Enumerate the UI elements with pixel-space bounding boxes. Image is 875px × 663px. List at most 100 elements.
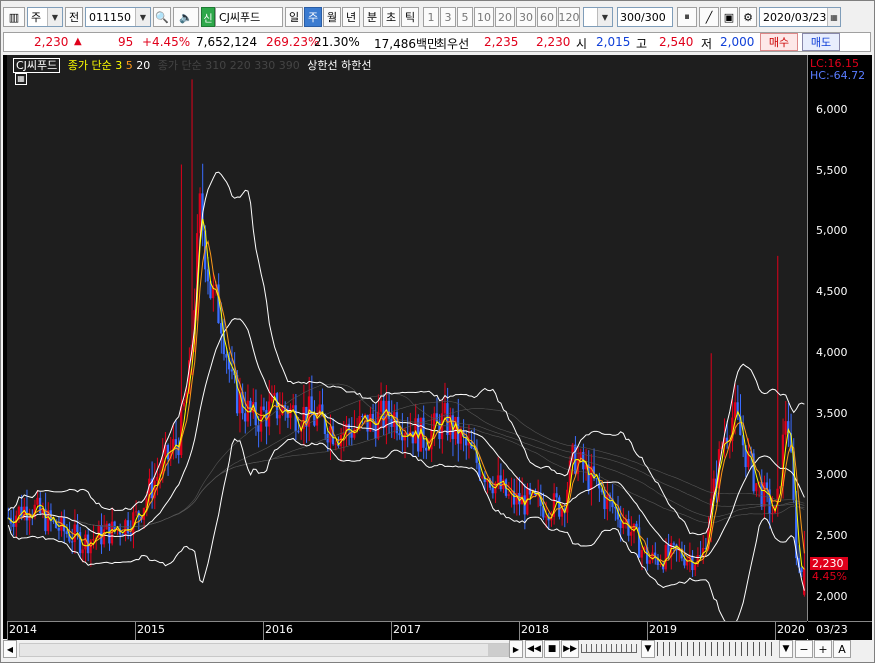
candle-body [672, 543, 675, 545]
scroll-track[interactable] [19, 643, 509, 657]
x-tick-label: 2018 [521, 623, 549, 636]
forward-icon[interactable]: ▶▶ [561, 640, 579, 658]
x-tick-label: 2014 [9, 623, 37, 636]
candle-body [496, 475, 500, 483]
legend-stock-name[interactable]: CJ씨푸드 [13, 58, 61, 73]
y-tick-label: 3,500 [816, 407, 848, 421]
zoom-ruler[interactable] [581, 644, 637, 653]
candle-body [166, 444, 170, 460]
x-tick-label: 2017 [393, 623, 421, 636]
legend-ma-label: 종가 단순 [67, 59, 112, 72]
period-tick[interactable]: 틱 [401, 7, 419, 27]
candle-body [134, 511, 138, 513]
candle-body [454, 416, 457, 440]
sell-button[interactable]: 매도 [802, 33, 840, 51]
chart-type-icon[interactable]: ▥ [3, 7, 25, 27]
interval-120[interactable]: 120 [558, 7, 580, 27]
candle-body [257, 425, 260, 432]
candle-body [105, 523, 108, 530]
buy-button[interactable]: 매수 [760, 33, 798, 51]
interval-60[interactable]: 60 [537, 7, 557, 27]
candle-body [275, 393, 279, 419]
candle-body [366, 414, 369, 432]
best-bid: 2,230 [536, 35, 571, 49]
period-minute[interactable]: 분 [363, 7, 381, 27]
y-tick-label: 2,000 [816, 589, 848, 603]
date-input[interactable]: 2020/03/23 ▦ [759, 7, 841, 27]
interval-3[interactable]: 3 [440, 7, 456, 27]
stop-icon[interactable]: ■ [544, 640, 560, 658]
prev-button[interactable]: 전 [65, 7, 83, 27]
interval-5[interactable]: 5 [457, 7, 473, 27]
plus-button[interactable]: + [814, 640, 832, 658]
line-tool-icon[interactable]: ╱ [699, 7, 719, 27]
candle-body [555, 493, 558, 498]
interval-10[interactable]: 10 [474, 7, 494, 27]
price-chart[interactable] [7, 55, 807, 625]
period-type-select[interactable]: 주 ▼ [27, 7, 63, 27]
period-second[interactable]: 초 [382, 7, 400, 27]
minus-button[interactable]: − [795, 640, 813, 658]
zoom-up-icon[interactable]: ▼ [779, 640, 793, 658]
new-badge: 신 [201, 7, 215, 27]
y-tick-label: 4,500 [816, 285, 848, 299]
candle-body [733, 402, 737, 418]
legend-ma-long: 종가 단순 310 220 330 390 [157, 59, 300, 72]
candle-body [803, 568, 806, 595]
gear-icon[interactable]: ⚙ [739, 7, 757, 27]
candle-body [659, 563, 662, 566]
x-tick-label: 2019 [649, 623, 677, 636]
search-icon[interactable]: 🔍 [153, 7, 171, 27]
high-label: 고 [636, 37, 648, 51]
period-month[interactable]: 월 [323, 7, 341, 27]
candle-body [36, 497, 39, 505]
trade-amount: 17,486백만 [374, 37, 439, 51]
legend-upper: 상한선 [307, 59, 338, 72]
period-day[interactable]: 일 [285, 7, 303, 27]
candle-body [182, 402, 185, 407]
legend-lower: 하한선 [341, 59, 372, 72]
interval-1[interactable]: 1 [423, 7, 439, 27]
plot-area[interactable]: CJ씨푸드 종가 단순 3 5 20 종가 단순 310 220 330 390… [7, 55, 808, 625]
quote-bar: 2,230 ▲ 95 +4.45% 7,652,124 269.23% 21.3… [3, 32, 871, 52]
scroll-left-icon[interactable]: ◀ [3, 640, 17, 658]
zoom-down-icon[interactable]: ▼ [641, 640, 655, 658]
candle-body [132, 512, 135, 535]
volume: 7,652,124 [196, 35, 258, 49]
chart-window: ▥ 주 ▼ 전 011150 ▼ 🔍 🔈 신 CJ씨푸드 일 주 월 년 분 초… [0, 0, 875, 663]
grid-icon[interactable]: ▦ [15, 73, 27, 85]
candle-body [57, 528, 60, 531]
chevron-down-icon: ▼ [135, 8, 150, 26]
candle-body [297, 431, 300, 433]
x-tick-label: 2020 [777, 623, 805, 636]
y-tick-label: 5,000 [816, 224, 848, 238]
stock-code-input[interactable]: 011150 ▼ [85, 7, 151, 27]
best-ask: 2,235 [484, 35, 519, 49]
candle-body [278, 414, 281, 419]
ma-long-line [8, 393, 805, 528]
candle-body [619, 519, 622, 529]
count-input[interactable]: 300 /300 [617, 7, 673, 27]
save-icon[interactable]: ▣ [720, 7, 738, 27]
period-week[interactable]: 주 [304, 7, 322, 27]
interval-20[interactable]: 20 [495, 7, 515, 27]
period-year[interactable]: 년 [342, 7, 360, 27]
font-button[interactable]: A [833, 640, 851, 658]
candle-body [630, 531, 633, 536]
scroll-right-icon[interactable]: ▶ [509, 640, 523, 658]
y-tick-label: 6,000 [816, 102, 848, 116]
calendar-icon: ▦ [827, 8, 840, 26]
low-price: 2,000 [720, 35, 755, 49]
interval-30[interactable]: 30 [516, 7, 536, 27]
zoom-slider[interactable] [657, 642, 777, 656]
rewind-icon[interactable]: ◀◀ [525, 640, 543, 658]
custom-interval-select[interactable]: ▼ [583, 7, 613, 27]
scroll-thumb[interactable] [488, 644, 508, 656]
candle-body [398, 433, 401, 436]
chart-area: CJ씨푸드 종가 단순 3 5 20 종가 단순 310 220 330 390… [3, 55, 872, 640]
best-label: 최우선 [436, 37, 470, 51]
candle-body [65, 531, 68, 535]
candle-body [243, 413, 247, 422]
speaker-icon[interactable]: 🔈 [173, 7, 199, 27]
candle-icon[interactable]: ⏸ [677, 7, 697, 27]
